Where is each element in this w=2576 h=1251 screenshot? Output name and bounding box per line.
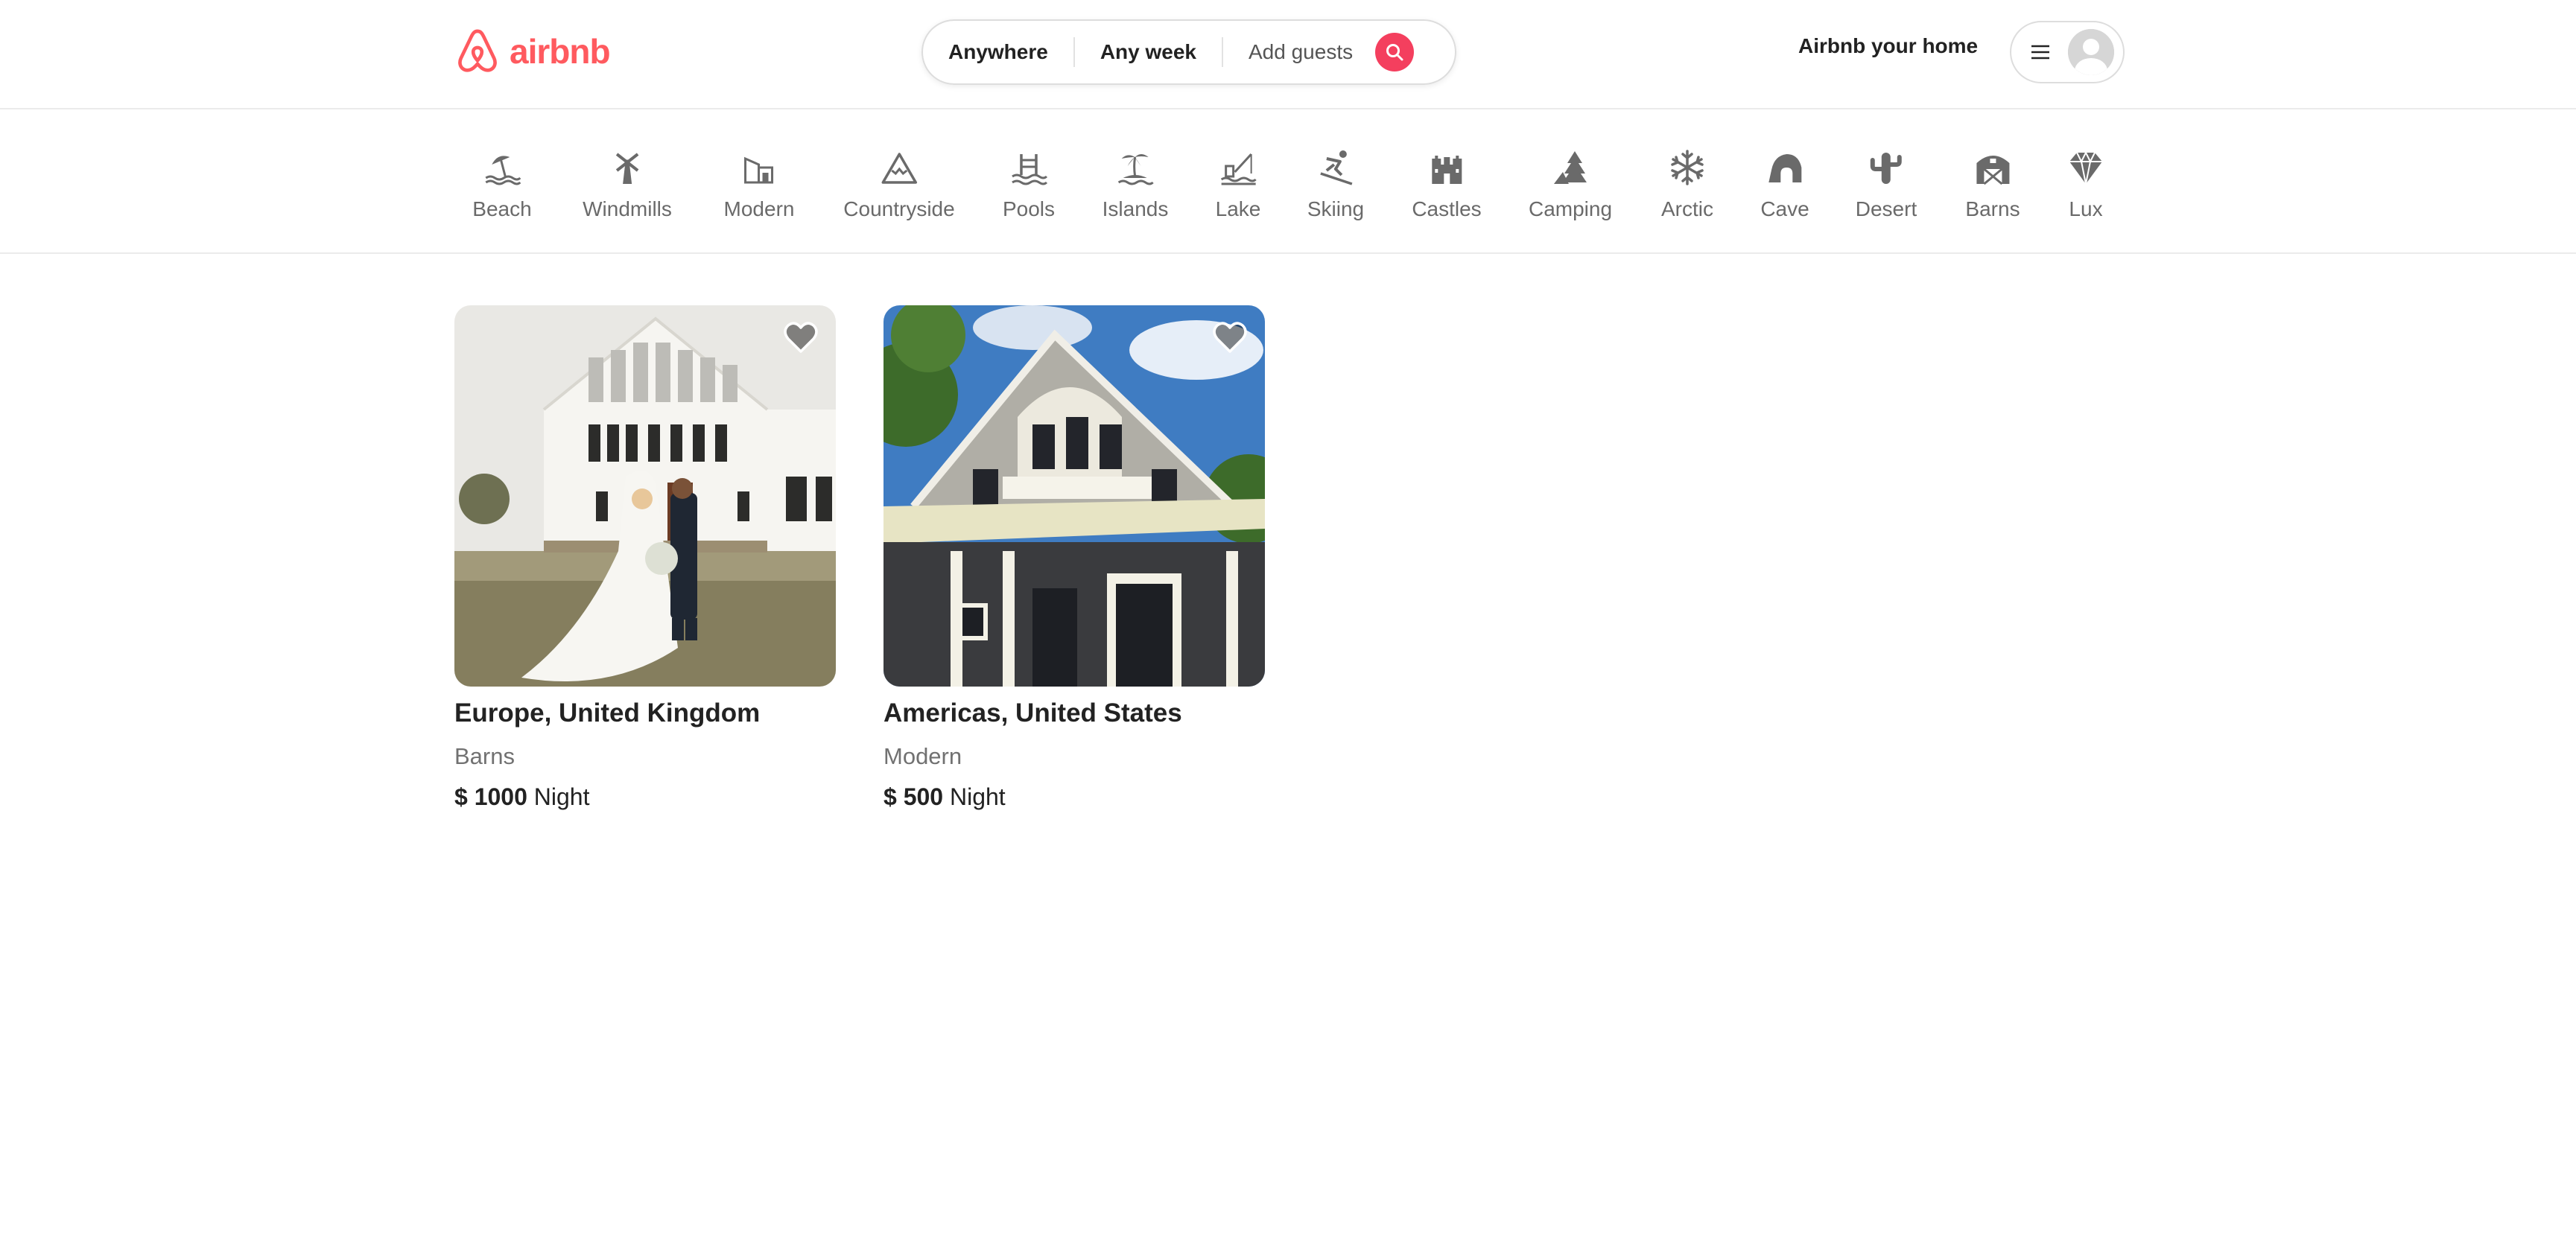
category-cave[interactable]: Cave [1760, 148, 1809, 221]
listing-category: Barns [454, 743, 515, 769]
category-skiing[interactable]: Skiing [1307, 148, 1364, 221]
category-beach[interactable]: Beach [472, 148, 532, 221]
listing-price: $ 1000 Night [454, 783, 836, 811]
heart-icon[interactable] [782, 320, 819, 354]
barn-wedding-photo [454, 305, 836, 687]
mountain-icon [881, 153, 917, 184]
category-barns[interactable]: Barns [1965, 148, 2020, 221]
lake-icon [1221, 153, 1257, 185]
category-label: Modern [723, 197, 795, 220]
airbnb-your-home-link[interactable]: Airbnb your home [1798, 34, 1978, 58]
user-avatar-icon [2068, 29, 2114, 75]
listing-price: $ 500 Night [883, 783, 1265, 811]
price-unit: Night [949, 783, 1006, 810]
category-label: Desert [1855, 197, 1917, 220]
cactus-icon [1871, 153, 1902, 184]
victorian-house-photo [883, 305, 1265, 687]
diamond-icon [2069, 150, 2102, 185]
barn-icon [1976, 156, 2009, 185]
price-amount: 500 [903, 783, 944, 810]
category-label: Camping [1528, 197, 1613, 220]
price-currency: $ [454, 783, 468, 810]
category-bar: Beach Windmills Modern Countryside Pools… [0, 111, 2576, 254]
price-unit: Night [533, 783, 590, 810]
castle-icon [1432, 156, 1462, 184]
top-navbar: airbnb Anywhere Any week Add guests Airb… [0, 0, 2576, 109]
category-lake[interactable]: Lake [1215, 148, 1261, 221]
listing-category: Modern [883, 743, 962, 769]
category-label: Cave [1760, 197, 1809, 220]
logo-wordmark: airbnb [510, 32, 611, 71]
modern-house-icon [744, 156, 774, 184]
category-modern[interactable]: Modern [723, 148, 795, 221]
heart-icon[interactable] [1211, 320, 1249, 354]
category-lux[interactable]: Lux [2066, 148, 2105, 221]
listing-card[interactable]: Europe, United Kingdom Barns $ 1000 Nigh… [454, 305, 836, 811]
cave-icon [1768, 154, 1801, 182]
airbnb-logo[interactable]: airbnb [454, 27, 611, 76]
listing-location: Americas, United States [883, 698, 1182, 728]
category-castles[interactable]: Castles [1412, 148, 1482, 221]
menu-icon [2031, 45, 2049, 60]
search-week[interactable]: Any week [1075, 40, 1222, 64]
search-guests[interactable]: Add guests [1223, 40, 1374, 64]
avatar [2068, 29, 2114, 75]
skiing-icon [1320, 150, 1353, 185]
listing-location: Europe, United Kingdom [454, 698, 761, 728]
category-camping[interactable]: Camping [1529, 148, 1612, 221]
listing-card[interactable]: Americas, United States Modern $ 500 Nig… [883, 305, 1265, 811]
airbnb-logo-icon [458, 29, 497, 72]
category-label: Pools [1002, 197, 1056, 220]
category-label: Beach [472, 197, 532, 220]
listing-photo[interactable] [454, 305, 836, 687]
category-label: Countryside [843, 197, 955, 220]
category-desert[interactable]: Desert [1856, 148, 1917, 221]
search-bar[interactable]: Anywhere Any week Add guests [921, 19, 1456, 85]
category-label: Windmills [583, 197, 672, 220]
category-islands[interactable]: Islands [1102, 148, 1169, 221]
category-label: Barns [1965, 197, 2020, 220]
category-pools[interactable]: Pools [1003, 148, 1055, 221]
camping-icon [1554, 151, 1587, 184]
beach-icon [485, 156, 521, 185]
search-location[interactable]: Anywhere [923, 40, 1073, 64]
category-label: Islands [1102, 197, 1169, 220]
category-label: Castles [1412, 197, 1482, 220]
price-currency: $ [883, 783, 897, 810]
user-menu-button[interactable] [2010, 21, 2125, 83]
pool-icon [1012, 154, 1048, 185]
price-amount: 1000 [474, 783, 527, 810]
category-label: Arctic [1661, 197, 1713, 220]
island-icon [1118, 154, 1155, 185]
listing-photo[interactable] [883, 305, 1265, 687]
category-label: Lux [2069, 197, 2103, 220]
windmill-icon [615, 153, 639, 184]
category-arctic[interactable]: Arctic [1661, 148, 1713, 221]
category-windmills[interactable]: Windmills [583, 148, 672, 221]
snowflake-icon [1671, 150, 1704, 185]
category-label: Skiing [1307, 197, 1365, 220]
category-countryside[interactable]: Countryside [843, 148, 955, 221]
search-button[interactable] [1375, 33, 1415, 71]
category-label: Lake [1215, 197, 1261, 220]
search-icon [1386, 44, 1403, 61]
